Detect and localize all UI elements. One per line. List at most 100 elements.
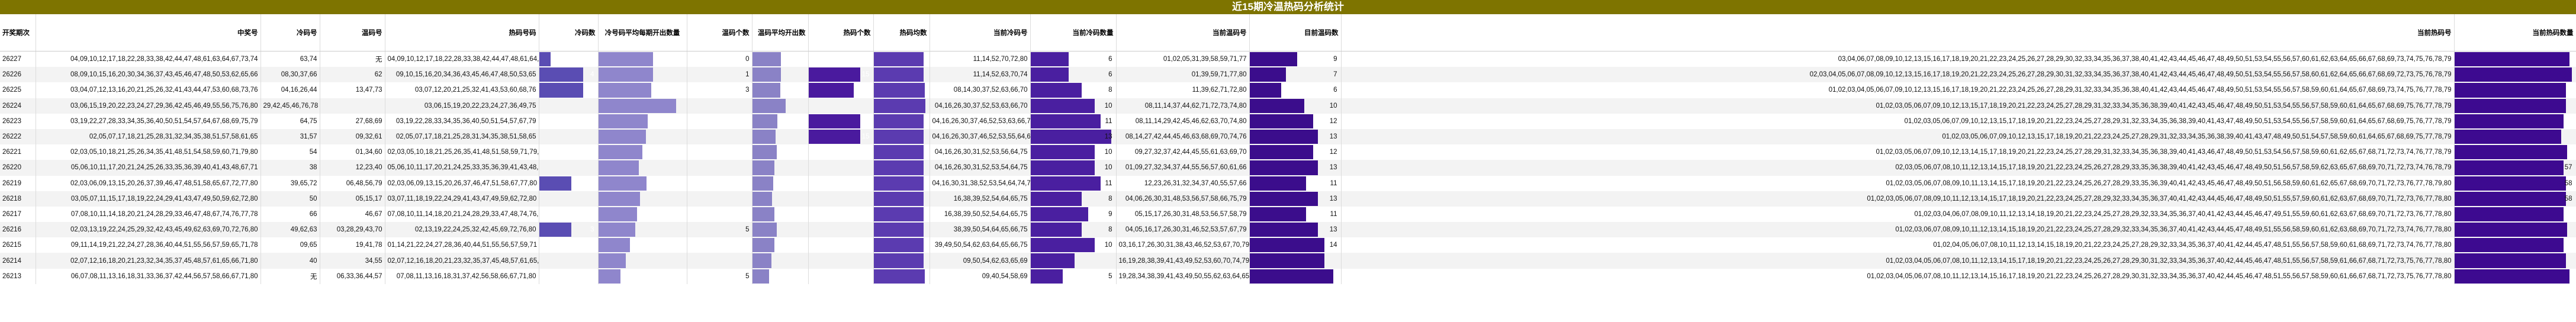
cell-col-cold-avg	[598, 191, 687, 207]
cell-col-cur-cold: 08,14,30,37,52,63,66,70	[930, 82, 1031, 98]
cell-col-win: 09,11,14,19,21,22,24,27,28,36,40,44,51,5…	[36, 237, 261, 253]
cell-col-warm: 06,33,36,44,57	[320, 268, 385, 284]
cell-col-cur-hot: 02,03,04,05,06,07,08,09,10,12,13,15,16,1…	[1341, 67, 2455, 83]
cell-col-hot-n	[808, 175, 874, 191]
data-bar	[598, 223, 636, 237]
cell-col-warm: 06,48,56,79	[320, 175, 385, 191]
cell-col-hot-n: 15	[808, 128, 874, 145]
data-bar	[752, 253, 772, 268]
data-bar	[752, 238, 775, 253]
cell-col-warm-n	[687, 237, 752, 253]
cell-col-hot: 02,03,06,09,13,15,20,26,37,46,47,51,58,6…	[385, 175, 539, 191]
cell-col-cold-n: 3	[539, 222, 599, 238]
cell-col-cold: 38	[261, 160, 320, 176]
cell-col-cold-avg	[598, 67, 687, 83]
cell-col-period: 26227	[0, 51, 36, 67]
table-row: 26215 09,11,14,19,21,22,24,27,28,36,40,44…	[0, 237, 2576, 253]
cell-value: 6	[1333, 86, 1337, 94]
cell-col-warm: 01,34,60	[320, 144, 385, 160]
cell-col-win: 08,09,10,15,16,20,30,34,36,37,43,45,46,4…	[36, 67, 261, 83]
cell-col-cur-warm-n: 14	[1249, 237, 1342, 253]
cell-col-period: 26222	[0, 128, 36, 145]
cell-col-hot-n	[808, 51, 874, 67]
data-bar	[873, 52, 924, 67]
cell-col-hot-n	[808, 160, 874, 176]
table-row: 26214 02,07,12,16,18,20,21,23,32,34,35,37…	[0, 253, 2576, 269]
cell-col-hot-avg	[873, 253, 930, 269]
cell-col-hot-avg	[873, 82, 930, 98]
cell-value: 57	[2564, 164, 2572, 172]
cell-col-warm-n	[687, 128, 752, 145]
cell-col-warm-avg	[752, 237, 809, 253]
data-bar	[873, 98, 925, 113]
cell-col-cur-hot-n: 58	[2454, 175, 2576, 191]
cell-value: 6	[1108, 71, 1112, 79]
cell-col-cur-warm-n: 13	[1249, 128, 1342, 145]
cell-col-win: 06,07,08,11,13,16,18,31,33,36,37,42,44,5…	[36, 268, 261, 284]
cell-col-cur-warm-n: 7	[1249, 67, 1342, 83]
header-col-warm-n: 温码个数	[687, 14, 752, 51]
cell-value: 5	[1108, 272, 1112, 280]
cell-col-warm-n	[687, 98, 752, 114]
cell-col-cur-hot: 01,02,03,05,06,07,09,10,12,13,15,17,18,1…	[1341, 98, 2455, 114]
cell-col-cur-hot: 01,02,03,05,06,07,08,09,10,11,13,14,15,1…	[1341, 175, 2455, 191]
cell-value: 8	[1108, 226, 1112, 234]
cell-col-warm-avg	[752, 51, 809, 67]
cell-col-cur-hot-n	[2454, 51, 2576, 67]
cell-value: 9	[1108, 210, 1112, 218]
cell-col-cur-cold-n: 5	[1030, 268, 1117, 284]
cell-col-cold: 64,75	[261, 113, 320, 129]
cell-col-cur-hot: 01,02,03,05,06,07,09,10,12,13,15,17,18,1…	[1341, 128, 2455, 145]
cell-col-cur-cold-n: 11	[1030, 113, 1117, 129]
header-col-hot: 热码号码	[385, 14, 539, 51]
data-bar	[598, 269, 620, 284]
cell-col-cur-warm: 01,02,05,31,39,58,59,71,77	[1116, 51, 1250, 67]
cell-col-cur-warm-n: 12	[1249, 144, 1342, 160]
data-bar	[598, 67, 653, 82]
data-bar	[873, 67, 924, 82]
cell-col-cold-n: 0	[539, 268, 599, 284]
data-bar	[752, 269, 769, 284]
cell-col-cold: 63,74	[261, 51, 320, 67]
cell-col-cur-hot: 01,02,03,04,05,06,07,09,10,12,13,15,16,1…	[1341, 82, 2455, 98]
cell-col-cur-warm: 04,06,26,30,31,48,53,56,57,58,66,75,79	[1116, 191, 1250, 207]
cell-col-cur-warm: 16,19,28,38,39,41,43,49,52,53,60,70,74,7…	[1116, 253, 1250, 269]
cell-col-period: 26220	[0, 160, 36, 176]
cell-col-hot-avg	[873, 237, 930, 253]
cell-col-hot: 04,09,10,12,17,18,22,28,33,38,42,44,47,4…	[385, 51, 539, 67]
data-bar	[2454, 223, 2568, 237]
cell-col-hot-n	[808, 222, 874, 238]
cell-col-cur-cold: 38,39,50,54,64,65,66,75	[930, 222, 1031, 238]
cell-col-cold: 无	[261, 268, 320, 284]
cell-col-hot-n	[808, 268, 874, 284]
data-bar	[2454, 114, 2564, 128]
cell-col-hot-n	[808, 191, 874, 207]
cell-col-warm-n: 3	[687, 82, 752, 98]
data-bar	[752, 176, 774, 191]
table-row: 26223 03,19,22,27,28,33,34,35,36,40,50,51…	[0, 113, 2576, 129]
data-bar	[598, 52, 653, 67]
cell-col-cur-cold-n: 9	[1030, 206, 1117, 223]
cell-value: 3	[590, 179, 594, 187]
cell-col-warm-n	[687, 175, 752, 191]
cell-col-cold: 31,57	[261, 128, 320, 145]
data-bar	[752, 160, 775, 175]
cell-col-cur-hot-n	[2454, 128, 2576, 145]
page-title: 近15期冷温热码分析统计	[0, 0, 2576, 14]
data-bar	[598, 145, 642, 160]
cell-col-cold-n	[539, 237, 599, 253]
data-bar	[873, 207, 924, 222]
cell-col-cur-hot: 02,03,05,06,07,08,10,11,12,13,14,15,17,1…	[1341, 160, 2455, 176]
header-col-warm-avg: 温码平均开出数	[752, 14, 809, 51]
header-col-cur-cold-n: 当前冷码数量	[1030, 14, 1117, 51]
cell-col-warm-n: 0	[687, 51, 752, 67]
cell-col-warm-avg	[752, 82, 809, 98]
cell-col-cold-avg	[598, 160, 687, 176]
cell-col-cur-hot: 01,02,03,05,06,07,09,10,12,13,14,15,17,1…	[1341, 144, 2455, 160]
cell-value: 4	[590, 86, 594, 94]
cell-col-cold-n: 4	[539, 67, 599, 83]
cell-col-warm-avg	[752, 206, 809, 223]
cell-col-warm-avg	[752, 253, 809, 269]
table-row: 26219 02,03,06,09,13,15,20,26,37,39,46,47…	[0, 175, 2576, 191]
cell-col-cur-hot-n	[2454, 222, 2576, 238]
